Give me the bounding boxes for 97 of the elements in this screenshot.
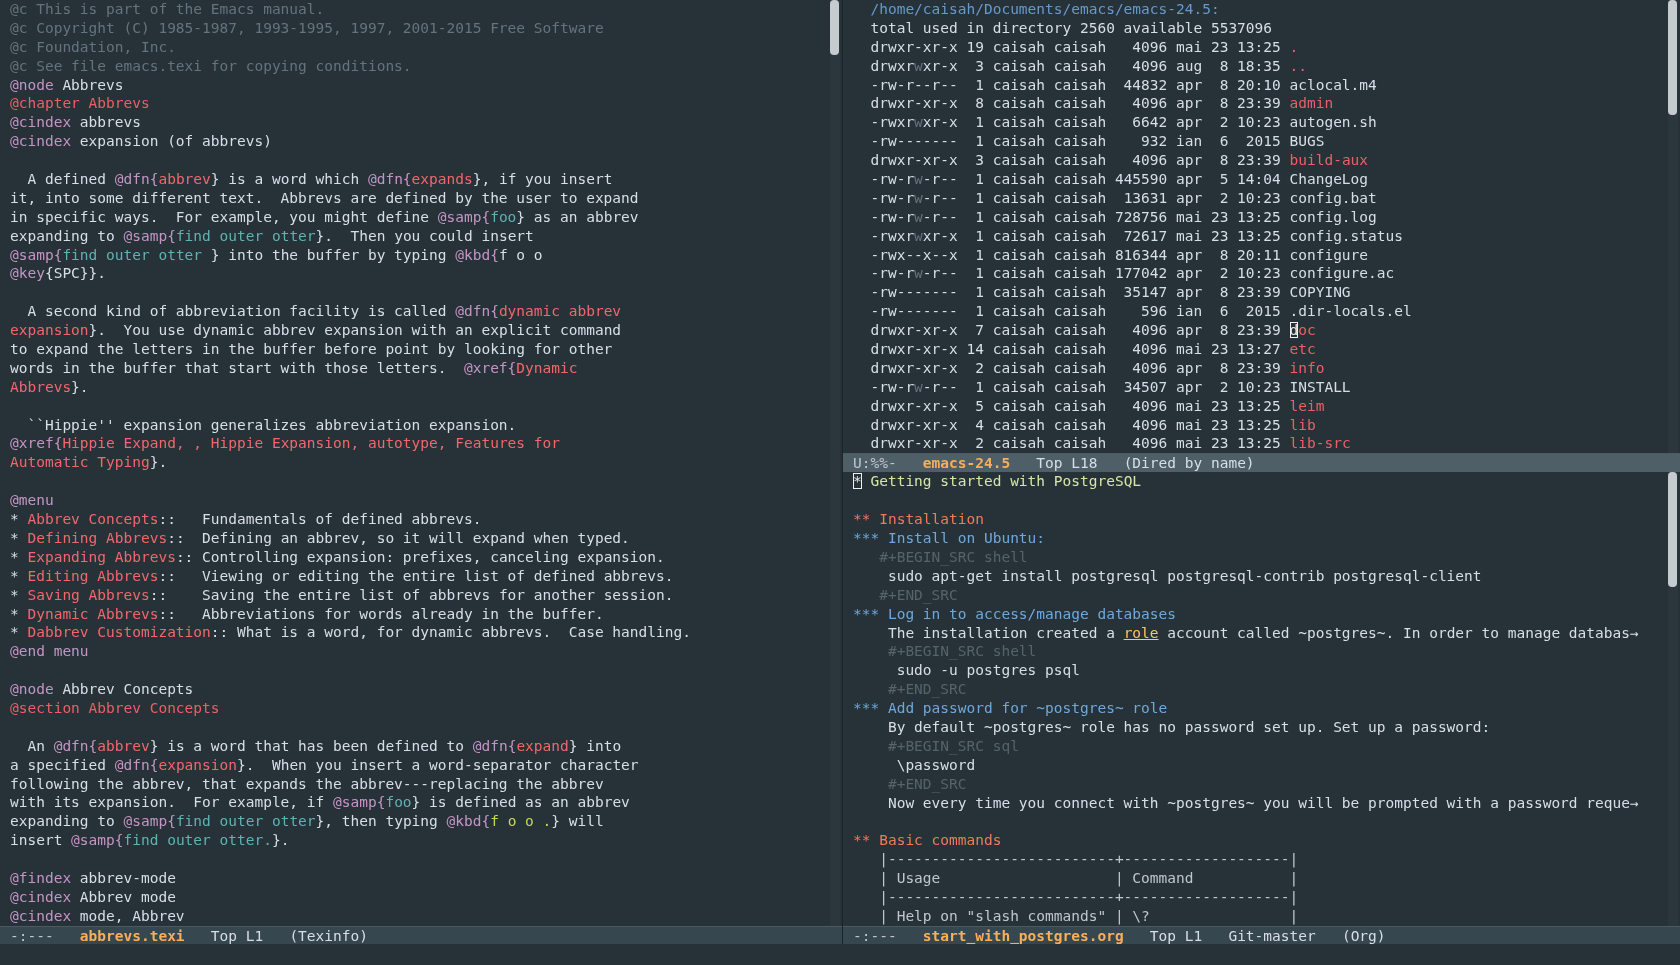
dired-line: -rw-rw-r-- 1 caisah caisah 34507 apr 2 10:23 INSTALL — [869, 377, 1351, 397]
dired-line: -rwxrwxr-x 1 caisah caisah 6642 apr 2 10:23 autogen.sh — [869, 113, 1377, 133]
vc-branch: Git-master — [1228, 926, 1317, 945]
dired-line: -rw-rw-r-- 1 caisah caisah 445590 apr 5 14:04 ChangeLog — [869, 170, 1369, 189]
org-line: sudo apt-get install postgresql postgresql-contrib postgresql-client — [886, 566, 1482, 586]
org-line: Now every time you connect with ~postgres~ you will be prompted with a password reque→ — [886, 793, 1639, 813]
code-line: expansion}. You use dynamic abbrev expansion with an explicit command — [10, 321, 622, 341]
code-line: * Dabbrev Customization:: What is a word, for dynamic abbrevs. Case handling. — [10, 623, 691, 643]
code-line: with its expansion. For example, if @samp{foo} is defined as an abbrev — [10, 793, 630, 813]
dired-line: -rw-rw-r-- 1 caisah caisah 177042 apr 2 10:23 configure.ac — [869, 264, 1395, 284]
code-line: * Defining Abbrevs:: Defining an abbrev, so it will expand when typed. — [10, 528, 630, 548]
org-line: \password — [895, 755, 976, 775]
line-position: Top L18 — [1036, 454, 1099, 473]
major-mode: (Org) — [1341, 926, 1387, 945]
org-line: | Help on "slash commands" | \? | — [878, 906, 1299, 926]
dired-line: drwxr-xr-x 5 caisah caisah 4096 mai 23 13:25 leim — [869, 396, 1325, 416]
mode-line-status: U:%%- — [853, 454, 898, 473]
dired-line: drwxrwxr-x 3 caisah caisah 4096 aug 8 18:35 .. — [869, 56, 1307, 76]
dired-line: -rw------- 1 caisah caisah 596 ian 6 2015 .dir-locals.el — [869, 302, 1412, 322]
org-line: *** Log in to access/manage databases — [853, 604, 1176, 624]
dired-line: drwxr-xr-x 19 caisah caisah 4096 mai 23 13:25 . — [869, 37, 1299, 57]
code-line: Abbrevs}. — [10, 377, 89, 397]
code-line: @menu — [10, 491, 54, 511]
code-line: @cindex expansion (of abbrevs) — [10, 132, 272, 152]
dired-line: drwxr-xr-x 2 caisah caisah 4096 mai 23 13:25 lib-src — [869, 434, 1351, 454]
code-line: words in the buffer that start with those letters. @xref{Dynamic — [10, 358, 578, 378]
line-position: Top L1 — [1149, 926, 1204, 945]
dired-line: -rw------- 1 caisah caisah 932 ian 6 2015 BUGS — [869, 132, 1325, 152]
code-line: it, into some different text. Abbrevs are defined by the user to expand — [10, 188, 639, 208]
major-mode: (Texinfo) — [289, 926, 369, 945]
code-line: An @dfn{abbrev} is a word that has been defined to @dfn{expand} into — [26, 736, 622, 756]
mode-line-status: -:--- — [10, 926, 55, 945]
dired-line: /home/caisah/Documents/emacs/emacs-24.5: — [869, 0, 1220, 19]
code-line: A defined @dfn{abbrev} is a word which @dfn{expands}, if you insert — [26, 170, 613, 189]
code-line: * Saving Abbrevs:: Saving the entire list of abbrevs for another session. — [10, 585, 674, 605]
code-line: @key{SPC}}. — [10, 264, 107, 284]
org-line: *** Install on Ubuntu: — [853, 529, 1046, 548]
dired-line: drwxr-xr-x 3 caisah caisah 4096 apr 8 23:39 build-aux — [869, 151, 1369, 170]
code-line: @c Copyright (C) 1985-1987, 1993-1995, 1997, 2001-2015 Free Software — [10, 18, 604, 38]
line-position: Top L1 — [210, 926, 265, 945]
code-line: @node Abbrevs — [10, 75, 124, 95]
code-line: @cindex abbrevs — [10, 113, 141, 133]
code-line: @c This is part of the Emacs manual. — [10, 0, 325, 19]
code-line: ``Hippie'' expansion generalizes abbreviation expansion. — [26, 415, 517, 435]
code-line: @section Abbrev Concepts — [10, 698, 220, 718]
code-line: @chapter Abbrevs — [10, 94, 150, 114]
code-line: expanding to @samp{find outer otter}. Then you could insert — [10, 226, 534, 246]
scrollbar-thumb[interactable] — [1668, 0, 1677, 115]
code-line: @cindex mode, Abbrev — [10, 906, 185, 926]
buffer-name: emacs-24.5 — [922, 454, 1012, 473]
dired-line: total used in directory 2560 available 5537096 — [869, 18, 1273, 38]
code-line: @findex abbrev-mode — [10, 868, 176, 888]
code-line: to expand the letters in the buffer before point by looking for other — [10, 340, 613, 359]
org-line: |--------------------------+-------------------| — [878, 850, 1299, 870]
buffer-name: abbrevs.texi — [79, 926, 186, 945]
dired-line: drwxr-xr-x 8 caisah caisah 4096 apr 8 23:39 admin — [869, 94, 1334, 114]
org-line: The installation created a role account called ~postgres~. In order to manage databas→ — [886, 623, 1639, 643]
dired-line: -rw-r--r-- 1 caisah caisah 44832 apr 8 20:10 aclocal.m4 — [869, 75, 1377, 95]
code-line: * Expanding Abbrevs:: Controlling expansion: prefixes, canceling expansion. — [10, 547, 665, 567]
code-line: @c See file emacs.texi for copying conditions. — [10, 56, 412, 76]
code-line: @xref{Hippie Expand, , Hippie Expansion, autotype, Features for — [10, 434, 560, 454]
code-line: @c Foundation, Inc. — [10, 37, 176, 57]
code-line: in specific ways. For example, you might define @samp{foo} as an abbrev — [10, 207, 639, 227]
org-line: * Getting started with PostgreSQL — [853, 472, 1142, 492]
org-line: ** Installation — [853, 510, 984, 530]
org-line: sudo -u postgres psql — [895, 661, 1080, 681]
code-line: * Dynamic Abbrevs:: Abbreviations for words already in the buffer. — [10, 604, 604, 624]
buffer-name: start_with_postgres.org — [922, 926, 1125, 945]
dired-line: -rwx--x--x 1 caisah caisah 816344 apr 8 20:11 configure — [869, 245, 1369, 265]
major-mode: (Dired by name) — [1123, 454, 1256, 473]
scrollbar-thumb[interactable] — [830, 0, 839, 55]
code-line: @node Abbrev Concepts — [10, 680, 194, 699]
code-line: following the abbrev, that expands the abbrev---replacing the abbrev — [10, 774, 604, 794]
code-line: * Editing Abbrevs:: Viewing or editing the entire list of defined abbrevs. — [10, 566, 674, 586]
mode-line-status: -:--- — [853, 926, 898, 945]
scrollbar-thumb[interactable] — [1668, 472, 1677, 588]
org-line: By default ~postgres~ role has no password set up. Set up a password: — [886, 717, 1491, 737]
code-line: @cindex Abbrev mode — [10, 887, 176, 907]
code-line: * Abbrev Concepts:: Fundamentals of defined abbrevs. — [10, 510, 482, 529]
dired-line: -rw------- 1 caisah caisah 35147 apr 8 23:39 COPYING — [869, 283, 1351, 303]
code-line: @samp{find outer otter } into the buffer by typing @kbd{f o o — [10, 245, 543, 265]
org-line: ** Basic commands — [853, 831, 1002, 851]
code-line: A second kind of abbreviation facility is called @dfn{dynamic abbrev — [26, 302, 622, 322]
org-line: |--------------------------+-------------------| — [878, 887, 1299, 907]
code-line: expanding to @samp{find outer otter}, then typing @kbd{f o o .} will — [10, 812, 604, 832]
code-line: @end menu — [10, 642, 89, 662]
dired-line: -rw-rw-r-- 1 caisah caisah 13631 apr 2 10:23 config.bat — [869, 188, 1377, 208]
dired-line: -rw-rw-r-- 1 caisah caisah 728756 mai 23 13:25 config.log — [869, 207, 1377, 227]
dired-line: drwxr-xr-x 2 caisah caisah 4096 apr 8 23:39 info — [869, 358, 1325, 378]
org-line: | Usage | Command | — [878, 869, 1299, 888]
dired-line: -rwxrwxr-x 1 caisah caisah 72617 mai 23 13:25 config.status — [869, 226, 1403, 246]
dired-line: drwxr-xr-x 14 caisah caisah 4096 mai 23 13:27 etc — [869, 340, 1316, 359]
org-line: *** Add password for ~postgres~ role — [853, 699, 1168, 718]
code-line: insert @samp{find outer otter.}. — [10, 831, 290, 851]
code-line: Automatic Typing}. — [10, 453, 168, 473]
code-line: a specified @dfn{expansion}. When you insert a word-separator character — [10, 755, 639, 775]
dired-line: drwxr-xr-x 4 caisah caisah 4096 mai 23 13:25 lib — [869, 415, 1316, 435]
